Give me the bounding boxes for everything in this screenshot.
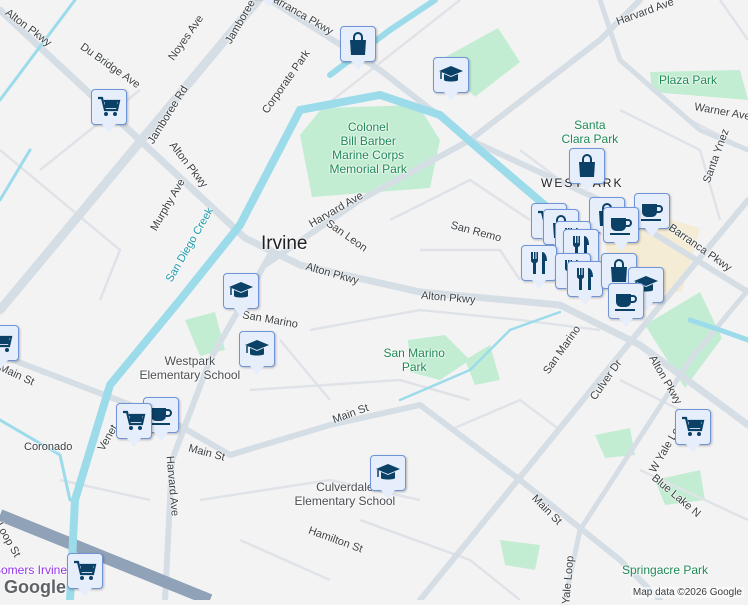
school-marker[interactable]: [433, 57, 469, 101]
map-label[interactable]: Irvine: [261, 233, 307, 255]
cart-marker[interactable]: [116, 403, 152, 447]
school-marker[interactable]: [223, 273, 259, 317]
school-icon: [245, 340, 269, 356]
restaurant-marker[interactable]: [521, 245, 557, 289]
bag-icon: [350, 32, 366, 55]
cart-marker[interactable]: [0, 325, 19, 369]
coffee-marker[interactable]: [603, 207, 639, 251]
bag-marker[interactable]: [569, 148, 605, 192]
coffee-icon: [615, 294, 637, 311]
cart-marker[interactable]: [67, 553, 103, 597]
bag-icon: [579, 154, 595, 177]
coffee-marker[interactable]: [608, 283, 644, 327]
map-label[interactable]: San Marino Park: [384, 346, 445, 374]
cart-icon: [123, 410, 146, 430]
map-attribution[interactable]: Map data ©2026 Google: [630, 587, 744, 598]
school-marker[interactable]: [239, 331, 275, 375]
school-icon: [229, 282, 253, 298]
bag-marker[interactable]: [340, 26, 376, 70]
map-label[interactable]: Plaza Park: [659, 73, 717, 87]
cart-icon: [98, 96, 121, 116]
restaurant-icon: [576, 268, 593, 290]
map-label: Coronado: [24, 441, 73, 453]
map-label[interactable]: Somers Irvine: [0, 563, 67, 577]
restaurant-marker[interactable]: [567, 261, 603, 305]
coffee-icon: [610, 218, 632, 235]
school-marker[interactable]: [370, 455, 406, 499]
coffee-icon: [641, 204, 663, 221]
cart-icon: [0, 335, 13, 352]
coffee-marker[interactable]: [634, 193, 670, 237]
cart-marker[interactable]: [675, 409, 711, 453]
cart-icon: [682, 416, 705, 436]
map-label[interactable]: Springacre Park: [622, 563, 708, 577]
map-label[interactable]: Westpark Elementary School: [140, 354, 241, 382]
school-icon: [376, 464, 400, 480]
school-icon: [439, 66, 463, 82]
restaurant-icon: [530, 252, 547, 274]
cart-marker[interactable]: [91, 89, 127, 133]
cart-icon: [74, 560, 97, 580]
google-logo: Google: [4, 577, 66, 597]
map-label[interactable]: Colonel Bill Barber Marine Corps Memorial P…: [330, 120, 407, 176]
map-label[interactable]: Santa Clara Park: [562, 118, 619, 146]
